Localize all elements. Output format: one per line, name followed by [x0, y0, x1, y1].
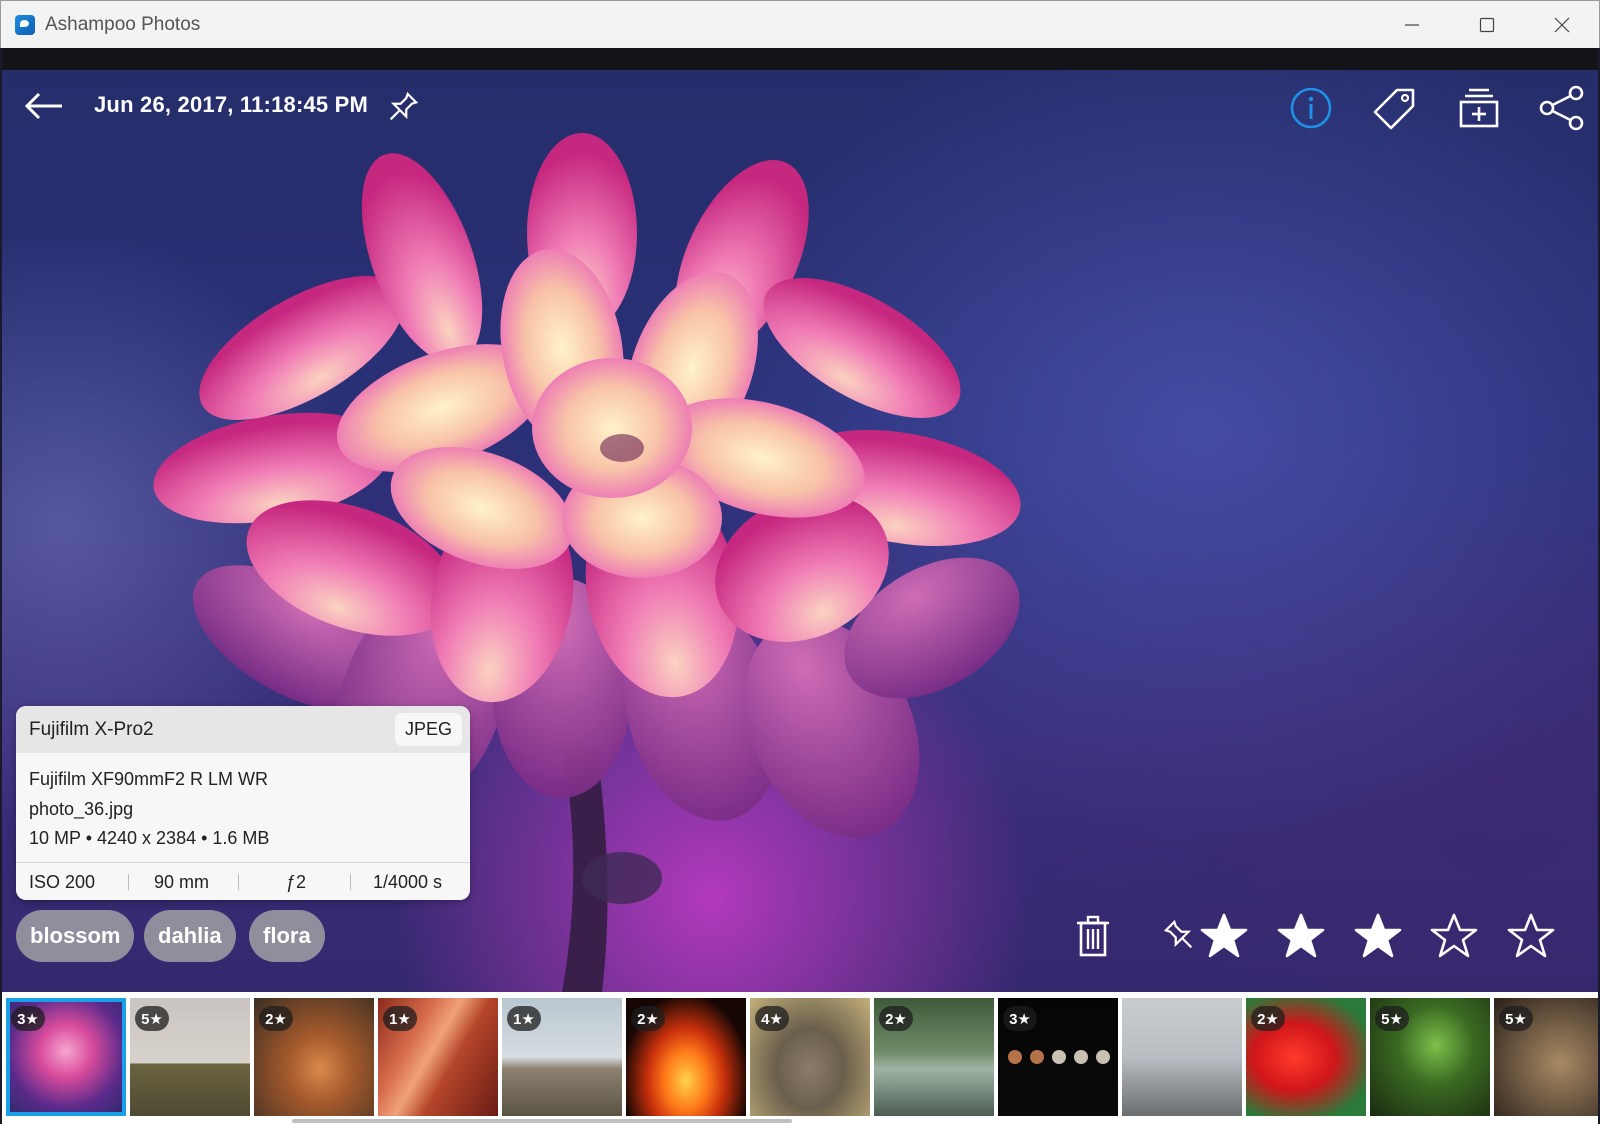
maximize-button[interactable]	[1449, 1, 1524, 49]
filmstrip-thumbnail[interactable]: 5★	[130, 998, 250, 1116]
back-arrow-icon	[24, 92, 62, 120]
thumbnail-rating-badge: 5★	[135, 1006, 169, 1031]
moon-phase-mark	[1096, 1050, 1110, 1064]
moon-phase-mark	[1074, 1050, 1088, 1064]
filmstrip-thumbnail[interactable]: 1★	[502, 998, 622, 1116]
filmstrip-thumbnail[interactable]: 2★	[254, 998, 374, 1116]
photo-date-title: Jun 26, 2017, 11:18:45 PM	[94, 92, 369, 117]
format-badge: JPEG	[394, 713, 462, 746]
info-card-header: Fujifilm X-Pro2 JPEG	[16, 706, 470, 753]
trash-icon	[1077, 915, 1109, 957]
star-outline-icon	[1507, 913, 1555, 958]
app-title: Ashampoo Photos	[45, 13, 201, 35]
thumbnail-rating-badge: 2★	[259, 1006, 293, 1031]
rating-star-5[interactable]	[1503, 908, 1559, 964]
thumbnail-rating-badge: 3★	[1003, 1006, 1037, 1031]
share-icon	[1539, 85, 1584, 131]
iso-value: ISO 200	[29, 872, 96, 892]
exif-divider	[350, 874, 351, 890]
minimize-icon	[1404, 24, 1419, 26]
close-icon	[1554, 17, 1569, 33]
filmstrip: 3★ 5★ 2★ 1★ 1★ 2★ 4★ 2★ 3★ 2★ 5★ 5★	[2, 992, 1598, 1124]
info-card-body: Fujifilm XF90mmF2 R LM WR photo_36.jpg 1…	[16, 753, 470, 854]
star-outline-icon	[1430, 913, 1478, 958]
star-filled-icon	[1354, 913, 1402, 958]
app-logo-icon	[15, 14, 35, 35]
share-button[interactable]	[1536, 84, 1588, 132]
image-specs: 10 MP • 4240 x 2384 • 1.6 MB	[29, 828, 270, 848]
filmstrip-thumbnail[interactable]: 1★	[378, 998, 498, 1116]
aperture-value: ƒ2	[286, 872, 307, 892]
filmstrip-thumbnail[interactable]: 3★	[998, 998, 1118, 1116]
pin-button[interactable]	[380, 86, 424, 130]
filmstrip-thumbnail[interactable]: 2★	[1246, 998, 1366, 1116]
pin-icon	[1163, 919, 1193, 949]
pin-icon	[389, 91, 419, 121]
thumbnail-rating-badge: 4★	[755, 1006, 789, 1031]
minimize-button[interactable]	[1374, 1, 1449, 49]
filmstrip-thumbnail[interactable]: 5★	[1370, 998, 1490, 1116]
maximize-icon	[1479, 17, 1494, 33]
add-to-album-button[interactable]	[1453, 84, 1505, 132]
rating-star-4[interactable]	[1426, 908, 1482, 964]
viewer-toolbar: Jun 26, 2017, 11:18:45 PM	[2, 68, 1598, 146]
filmstrip-thumbnail[interactable]: 2★	[874, 998, 994, 1116]
lens-model: Fujifilm XF90mmF2 R LM WR	[29, 769, 269, 789]
title-bar: Ashampoo Photos	[0, 0, 1600, 48]
thumbnail-rating-badge: 2★	[631, 1006, 665, 1031]
thumbnail-rating-badge: 3★	[11, 1006, 45, 1031]
filmstrip-thumbnail[interactable]: 3★	[6, 998, 126, 1116]
thumbnail-rating-badge: 2★	[879, 1006, 913, 1031]
tag-button[interactable]	[1369, 84, 1421, 132]
filmstrip-thumbnail[interactable]: 2★	[626, 998, 746, 1116]
moon-phase-mark	[1008, 1050, 1022, 1064]
photo-info-card: Fujifilm X-Pro2 JPEG Fujifilm XF90mmF2 R…	[16, 706, 470, 900]
star-filled-icon	[1200, 913, 1248, 958]
focal-length-value: 90 mm	[154, 872, 210, 892]
filmstrip-thumbnail[interactable]: 4★	[750, 998, 870, 1116]
info-button[interactable]	[1285, 84, 1337, 132]
star-filled-icon	[1277, 913, 1325, 958]
camera-model: Fujifilm X-Pro2	[29, 718, 154, 740]
file-name: photo_36.jpg	[29, 798, 134, 819]
add-to-album-icon	[1459, 88, 1499, 128]
back-button[interactable]	[22, 86, 66, 126]
exif-row: ISO 200 90 mm ƒ2 1/4000 s	[16, 862, 470, 900]
tag-chip[interactable]: dahlia	[144, 910, 236, 962]
photo-viewer[interactable]: Jun 26, 2017, 11:18:45 PM Fujifilm X-Pro…	[2, 48, 1598, 992]
close-button[interactable]	[1524, 1, 1599, 49]
tag-chip[interactable]: blossom	[16, 910, 135, 962]
rating-star-2[interactable]	[1273, 908, 1329, 964]
tag-icon	[1373, 88, 1415, 130]
info-icon	[1290, 87, 1332, 129]
thumbnail-rating-badge: 5★	[1499, 1006, 1533, 1031]
moon-phase-mark	[1030, 1050, 1044, 1064]
exif-divider	[238, 874, 239, 890]
delete-button[interactable]	[1065, 908, 1121, 964]
filmstrip-thumbnail[interactable]: 5★	[1494, 998, 1598, 1116]
thumbnail-rating-badge: 2★	[1251, 1006, 1285, 1031]
rating-star-1[interactable]	[1196, 908, 1252, 964]
shutter-speed-value: 1/4000 s	[373, 872, 443, 892]
thumbnail-rating-badge: 5★	[1375, 1006, 1409, 1031]
filmstrip-thumbnail[interactable]	[1122, 998, 1242, 1116]
exif-divider	[128, 874, 129, 890]
window-controls	[1374, 1, 1599, 49]
tag-chip[interactable]: flora	[249, 910, 325, 962]
thumbnail-rating-badge: 1★	[507, 1006, 541, 1031]
thumbnail-rating-badge: 1★	[383, 1006, 417, 1031]
top-strip	[2, 48, 1598, 70]
filmstrip-scrollbar[interactable]	[292, 1119, 792, 1123]
rating-star-3[interactable]	[1350, 908, 1406, 964]
moon-phase-mark	[1052, 1050, 1066, 1064]
